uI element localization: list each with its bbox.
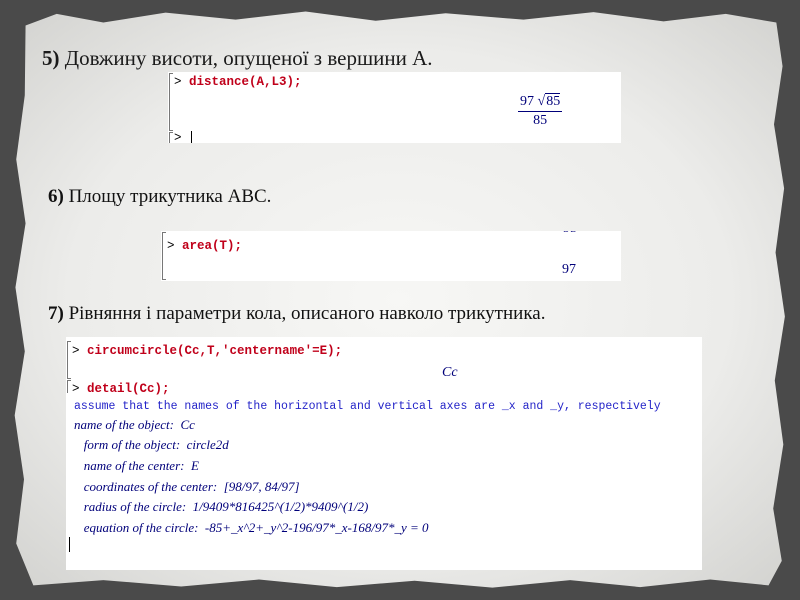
maple-worksheet-distance[interactable]: > distance(A,L3); 97 √85 85 >: [168, 72, 621, 143]
maple-worksheet-area[interactable]: 95 > area(T); 97: [161, 231, 621, 281]
clipped-output: 95: [563, 231, 577, 237]
area-result: 97: [562, 262, 576, 277]
empty-command-line[interactable]: >: [174, 131, 193, 143]
detail-line: name of the object: Cc: [74, 417, 195, 432]
assume-message: assume that the names of the horizontal …: [74, 400, 661, 413]
detail-line: coordinates of the center: [98/97, 84/97…: [74, 479, 300, 494]
command-line[interactable]: > distance(A,L3);: [174, 75, 302, 89]
command-line-detail[interactable]: > detail(Cc);: [72, 382, 170, 396]
execution-group-bracket: [162, 232, 166, 280]
text-cursor: [191, 131, 193, 143]
execution-group-bracket: [169, 132, 173, 143]
execution-group-bracket: [169, 73, 173, 131]
paragraph-6: 6) Площу трикутника АВС.: [48, 186, 272, 207]
paragraph-7: 7) Рівняння і параметри кола, описаного …: [48, 303, 546, 324]
circumcircle-result: Cc: [442, 365, 458, 380]
maple-worksheet-circumcircle[interactable]: > circumcircle(Cc,T,'centername'=E); Cc …: [66, 337, 702, 570]
distance-result: 97 √85 85: [518, 93, 563, 128]
execution-group-bracket: [67, 341, 71, 379]
detail-line: form of the object: circle2d: [74, 437, 229, 452]
command-line[interactable]: > area(T);: [167, 239, 242, 253]
heading-5: 5) Довжину висоти, опущеної з вершини А.: [42, 46, 433, 70]
detail-line: radius of the circle: 1/9409*816425^(1/2…: [74, 499, 369, 514]
detail-line: name of the center: E: [74, 458, 199, 473]
execution-group-bracket: [67, 380, 71, 393]
text-cursor: [69, 537, 70, 552]
command-line-circumcircle[interactable]: > circumcircle(Cc,T,'centername'=E);: [72, 344, 342, 358]
detail-line: equation of the circle: -85+_x^2+_y^2-19…: [74, 520, 429, 535]
